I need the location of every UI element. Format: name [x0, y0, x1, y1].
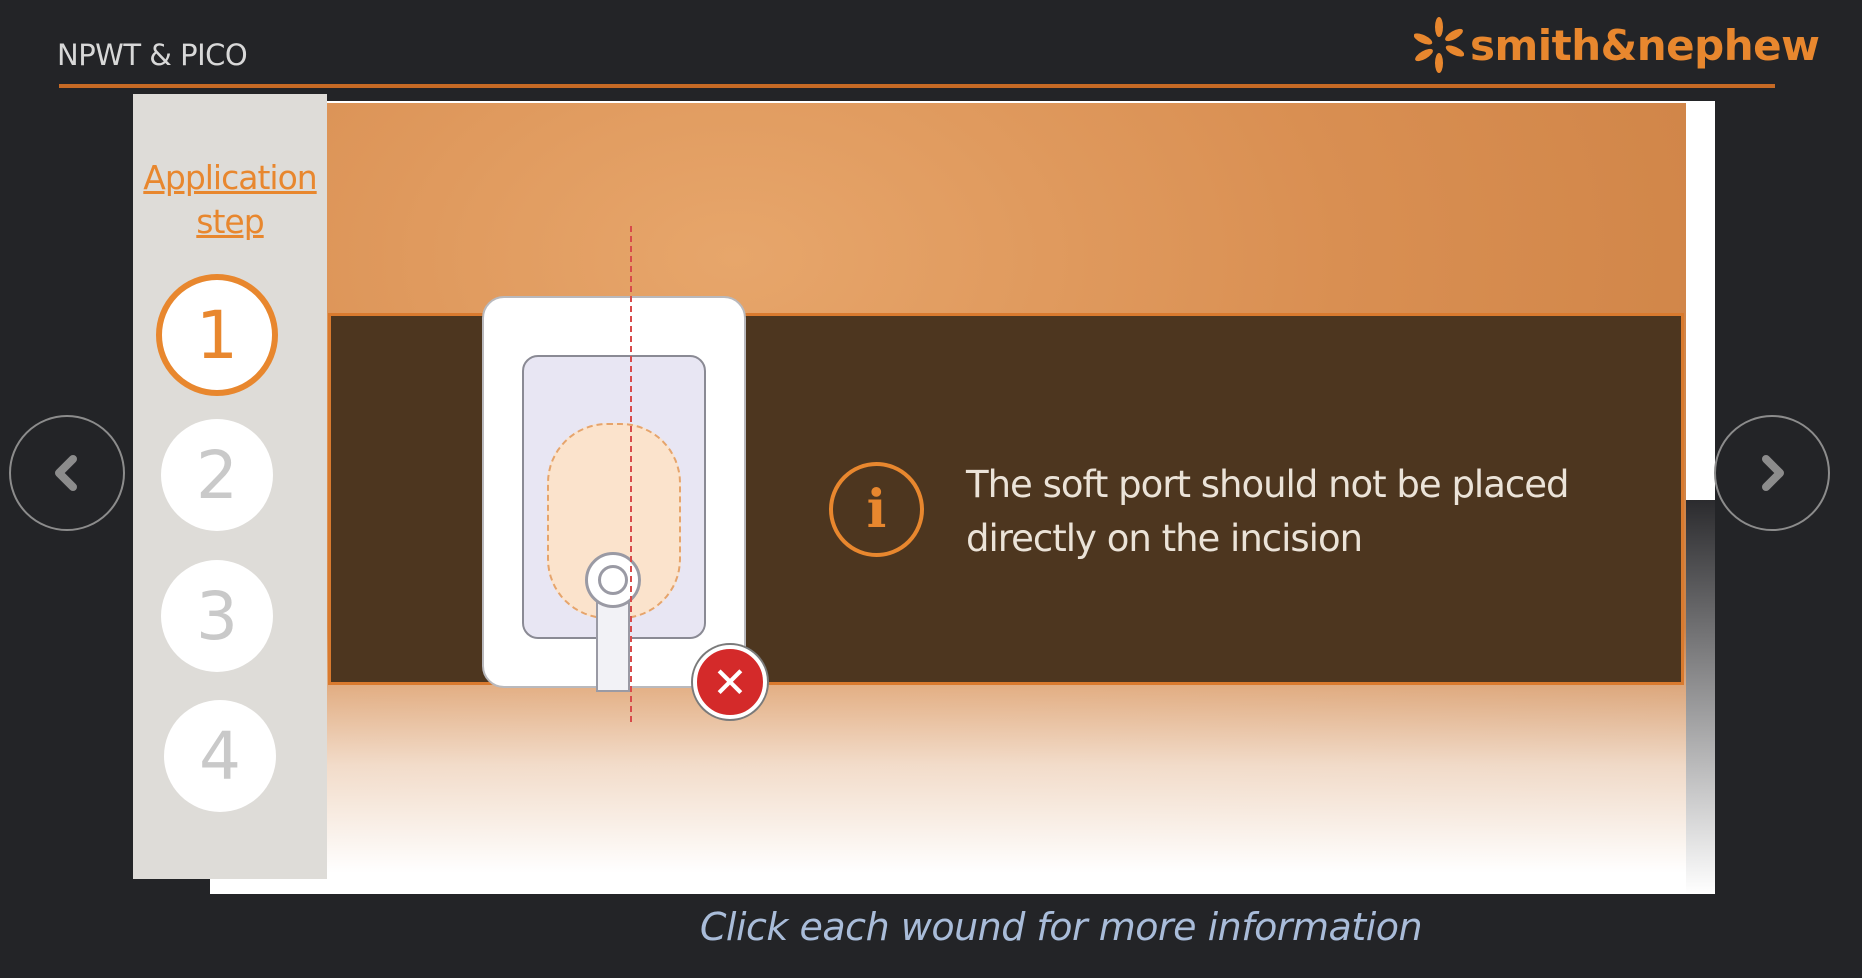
- soft-port-center: [598, 565, 628, 595]
- application-step-sidebar: Application step 1 2 3 4: [133, 94, 327, 879]
- footer-hint: Click each wound for more information: [699, 905, 1423, 949]
- logo-text: smith&nephew: [1470, 20, 1820, 70]
- step-4-button[interactable]: 4: [164, 700, 276, 812]
- header-divider: [59, 84, 1775, 88]
- step-2-button[interactable]: 2: [161, 419, 273, 531]
- step-3-button[interactable]: 3: [161, 560, 273, 672]
- photo-edge-fade: [1686, 500, 1715, 894]
- starburst-logo-icon: [1414, 17, 1464, 73]
- info-message-line2: directly on the incision: [966, 517, 1363, 560]
- next-button[interactable]: [1714, 415, 1830, 531]
- page-title: NPWT & PICO: [57, 38, 248, 72]
- incision-line: [630, 226, 632, 722]
- info-message-line1: The soft port should not be placed: [966, 463, 1569, 506]
- chevron-right-icon: [1762, 455, 1784, 491]
- sidebar-title-line1: Application: [143, 158, 317, 197]
- sidebar-title-line2: step: [196, 202, 264, 241]
- previous-button[interactable]: [9, 415, 125, 531]
- info-message: The soft port should not be placed direc…: [966, 458, 1586, 566]
- step-1-button[interactable]: 1: [156, 274, 278, 396]
- info-icon: i: [829, 462, 924, 557]
- chevron-left-icon: [55, 455, 77, 491]
- brand-logo: smith&nephew: [1414, 10, 1820, 80]
- sidebar-title[interactable]: Application step: [133, 156, 327, 244]
- error-icon: ✕: [693, 645, 767, 719]
